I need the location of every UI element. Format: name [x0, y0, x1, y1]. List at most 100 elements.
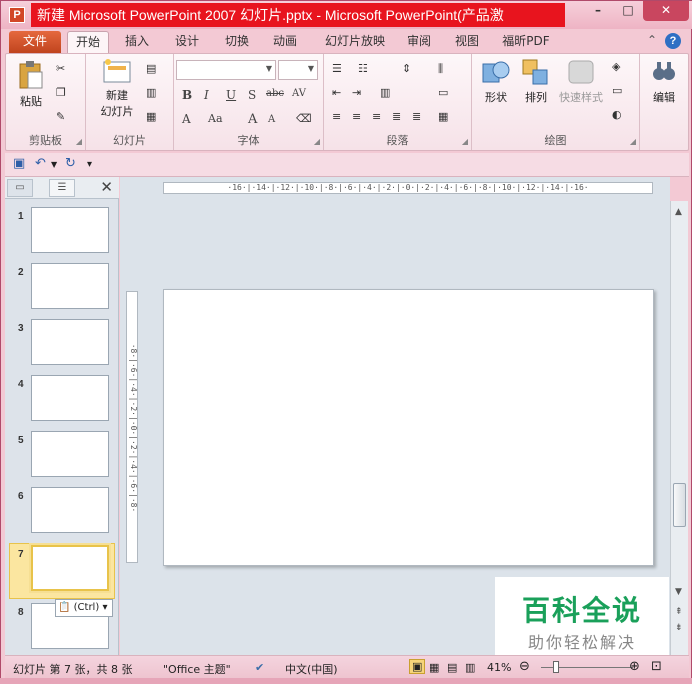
tab-slideshow[interactable]: 幻灯片放映	[317, 31, 393, 53]
next-slide-icon[interactable]: ⇟	[675, 623, 683, 633]
maximize-icon[interactable]: □	[613, 1, 643, 21]
zoom-out-icon[interactable]: ⊖	[519, 659, 530, 674]
distribute-icon[interactable]: ≣	[412, 110, 421, 123]
section-icon[interactable]: ▦	[146, 110, 156, 123]
shapes-button[interactable]: 形状	[476, 58, 516, 105]
redo-icon[interactable]: ↻	[65, 156, 76, 171]
language-status[interactable]: 中文(中国)	[285, 661, 338, 677]
paste-options-button[interactable]: 📋 (Ctrl) ▾	[55, 599, 113, 617]
numbering-icon[interactable]: ☷	[358, 62, 368, 75]
group-font: ▼ ▼ B I U S abc AV A Aa A A ⌫ 字体 ◢	[174, 54, 324, 150]
slide-thumbnail-2[interactable]	[31, 263, 109, 309]
line-spacing-icon[interactable]: ⇕	[402, 62, 411, 75]
baike-watermark: 百科全说 助你轻松解决	[495, 577, 669, 661]
decrease-indent-icon[interactable]: ⇤	[332, 86, 341, 99]
font-color-button[interactable]: A	[182, 112, 191, 126]
zoom-level[interactable]: 41%	[487, 661, 511, 674]
bold-button[interactable]: B	[182, 88, 192, 102]
change-case-button[interactable]: Aa	[208, 112, 223, 125]
char-spacing-button[interactable]: AV	[292, 88, 306, 99]
shadow-button[interactable]: S	[248, 88, 256, 102]
tab-home[interactable]: 开始	[67, 31, 109, 53]
tab-foxit-pdf[interactable]: 福昕PDF	[495, 31, 557, 53]
shape-effects-icon[interactable]: ◐	[612, 108, 622, 121]
shrink-font-button[interactable]: A	[268, 114, 275, 125]
shape-fill-icon[interactable]: ◈	[612, 60, 620, 73]
slide-number: 3	[18, 323, 24, 334]
cut-icon[interactable]: ✂	[56, 62, 65, 75]
strikethrough-button[interactable]: abc	[266, 88, 284, 99]
font-name-combo[interactable]: ▼	[176, 60, 276, 80]
fit-to-window-icon[interactable]: ⊡	[651, 659, 662, 674]
clipboard-group-label: 剪贴板	[29, 134, 62, 147]
paragraph-launcher-icon[interactable]: ◢	[462, 137, 468, 146]
align-left-icon[interactable]: ≡	[332, 110, 341, 123]
align-text-icon[interactable]: ▭	[438, 86, 448, 99]
scroll-up-icon[interactable]: ▲	[675, 207, 682, 217]
tab-transitions[interactable]: 切换	[217, 31, 257, 53]
tab-review[interactable]: 审阅	[399, 31, 439, 53]
slide-thumbnail-7[interactable]	[31, 545, 109, 591]
tab-animations[interactable]: 动画	[265, 31, 305, 53]
bullets-icon[interactable]: ☰	[332, 62, 342, 75]
text-direction-icon[interactable]: ⫼	[438, 62, 443, 76]
align-center-icon[interactable]: ≡	[352, 110, 361, 123]
close-panel-icon[interactable]: ✕	[100, 178, 113, 196]
grow-font-button[interactable]: A	[248, 112, 257, 127]
editing-button[interactable]: 编辑	[644, 58, 684, 105]
previous-slide-icon[interactable]: ⇞	[675, 607, 683, 617]
underline-button[interactable]: U	[226, 88, 236, 102]
normal-view-icon[interactable]: ▣	[409, 659, 426, 674]
drawing-launcher-icon[interactable]: ◢	[630, 137, 636, 146]
italic-button[interactable]: I	[204, 88, 209, 102]
scrollbar-thumb[interactable]	[673, 483, 686, 527]
font-size-combo[interactable]: ▼	[278, 60, 318, 80]
align-right-icon[interactable]: ≡	[372, 110, 381, 123]
shape-outline-icon[interactable]: ▭	[612, 84, 622, 97]
close-icon[interactable]: ✕	[643, 1, 689, 21]
undo-icon[interactable]: ↶	[35, 156, 46, 171]
clipboard-launcher-icon[interactable]: ◢	[76, 137, 82, 146]
increase-indent-icon[interactable]: ⇥	[352, 86, 361, 99]
undo-dropdown-icon[interactable]: ▼	[51, 160, 57, 169]
smartart-icon[interactable]: ▦	[438, 110, 448, 123]
save-icon[interactable]: ▣	[13, 156, 25, 171]
slide-thumbnail-3[interactable]	[31, 319, 109, 365]
help-icon[interactable]: ?	[665, 33, 681, 49]
tab-view[interactable]: 视图	[447, 31, 487, 53]
slides-tab-icon[interactable]: ▭	[7, 179, 33, 197]
slide-canvas[interactable]	[163, 289, 654, 566]
justify-icon[interactable]: ≣	[392, 110, 401, 123]
layout-icon[interactable]: ▤	[146, 62, 156, 75]
spellcheck-icon[interactable]: ✔	[255, 661, 264, 674]
tab-file[interactable]: 文件	[9, 31, 61, 53]
tab-insert[interactable]: 插入	[117, 31, 157, 53]
reset-icon[interactable]: ▥	[146, 86, 156, 99]
slide-thumbnail-1[interactable]	[31, 207, 109, 253]
zoom-slider-knob[interactable]	[553, 661, 559, 673]
reading-view-icon[interactable]: ▤	[447, 661, 457, 674]
format-painter-icon[interactable]: ✎	[56, 110, 65, 123]
columns-icon[interactable]: ▥	[380, 86, 390, 99]
scroll-down-icon[interactable]: ▼	[675, 587, 682, 597]
font-launcher-icon[interactable]: ◢	[314, 137, 320, 146]
paste-button[interactable]: 粘贴	[14, 60, 48, 109]
slide-thumbnail-6[interactable]	[31, 487, 109, 533]
clear-formatting-icon[interactable]: ⌫	[296, 112, 312, 125]
minimize-icon[interactable]: –	[583, 1, 613, 21]
tab-design[interactable]: 设计	[167, 31, 207, 53]
zoom-in-icon[interactable]: ⊕	[629, 659, 640, 674]
vertical-scrollbar[interactable]: ▲ ▼ ⇞ ⇟	[670, 201, 688, 655]
arrange-button[interactable]: 排列	[516, 58, 556, 105]
copy-icon[interactable]: ❐	[56, 86, 66, 99]
new-slide-button[interactable]: 新建 幻灯片	[92, 58, 142, 119]
ribbon-collapse-icon[interactable]: ⌃	[647, 33, 657, 47]
slide-sorter-icon[interactable]: ▦	[429, 661, 439, 674]
slide-thumbnail-4[interactable]	[31, 375, 109, 421]
powerpoint-app-icon[interactable]: P	[9, 7, 25, 23]
slide-thumbnail-5[interactable]	[31, 431, 109, 477]
customize-qat-icon[interactable]: ▾	[87, 159, 92, 170]
quick-styles-button[interactable]: 快速样式	[556, 58, 606, 105]
outline-tab-icon[interactable]: ☰	[49, 179, 75, 197]
slideshow-view-icon[interactable]: ▥	[465, 661, 475, 674]
